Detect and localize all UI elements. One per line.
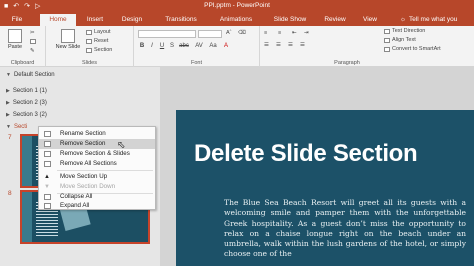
cut-icon[interactable]: ✂ — [30, 30, 35, 36]
lightbulb-icon: ☼ — [400, 16, 406, 23]
section-context-menu: Rename Section Remove Section Remove Sec… — [38, 126, 156, 210]
remove-slides-icon — [44, 151, 51, 157]
collapse-icon: ▼ — [6, 72, 11, 78]
section-button[interactable]: Section — [86, 47, 112, 53]
thumbnail-accent — [22, 192, 32, 242]
align-text-button[interactable]: Align Text — [384, 37, 416, 43]
section-icon — [86, 47, 92, 53]
clipboard-group: Paste ✂ ✎ Clipboard — [0, 26, 46, 67]
section-default[interactable]: ▼ Default Section — [6, 72, 55, 78]
font-group-label: Font — [190, 60, 202, 66]
section-2[interactable]: ▶ Section 2 (3) — [6, 100, 47, 106]
layout-icon — [86, 29, 92, 35]
text-direction-icon — [384, 28, 390, 34]
menu-remove-all-sections[interactable]: Remove All Sections — [39, 159, 155, 169]
decrease-indent-icon[interactable]: ⇤ — [292, 30, 297, 36]
paragraph-group-label: Paragraph — [334, 60, 360, 66]
align-right-icon[interactable]: ☰ — [288, 42, 293, 48]
new-slide-button[interactable]: New Slide — [54, 29, 82, 50]
paste-button[interactable]: Paste — [4, 29, 26, 50]
menu-expand-all[interactable]: Expand All — [39, 201, 155, 211]
menu-move-section-down: ▼ Move Section Down — [44, 183, 116, 190]
font-size-field[interactable] — [198, 30, 222, 38]
slides-group-label: Slides — [82, 60, 97, 66]
expand-icon: ▶ — [6, 88, 10, 94]
justify-icon[interactable]: ☰ — [300, 42, 305, 48]
layout-button[interactable]: Layout — [86, 29, 111, 35]
paragraph-group: ≡ ≡ ⇤ ⇥ ☰ ☰ ☰ ☰ Text Direction Align Tex… — [260, 26, 474, 67]
bullets-icon[interactable]: ≡ — [264, 30, 267, 36]
font-name-field[interactable] — [138, 30, 196, 38]
underline-button[interactable]: U — [158, 42, 166, 50]
format-painter-icon[interactable]: ✎ — [30, 48, 35, 54]
menu-remove-section-and-slides[interactable]: Remove Section & Slides — [39, 149, 155, 159]
shadow-button[interactable]: S — [168, 42, 176, 50]
tab-animations[interactable]: Animations — [212, 15, 260, 26]
align-center-icon[interactable]: ☰ — [276, 42, 281, 48]
font-color-button[interactable]: A — [222, 42, 230, 50]
align-left-icon[interactable]: ☰ — [264, 42, 269, 48]
tab-insert[interactable]: Insert — [82, 15, 108, 26]
expand-icon: ▶ — [6, 112, 10, 118]
slides-group: New Slide Layout Reset Section Slides — [46, 26, 134, 67]
current-slide[interactable]: Delete Slide Section The Blue Sea Beach … — [176, 110, 474, 266]
tab-file[interactable]: File — [8, 15, 26, 26]
align-text-icon — [384, 37, 390, 43]
tab-view[interactable]: View — [360, 15, 380, 26]
section-3[interactable]: ▶ Section 3 (2) — [6, 112, 47, 118]
remove-section-icon — [44, 141, 51, 147]
tab-slide-show[interactable]: Slide Show — [270, 15, 310, 26]
title-bar: ■ ↶ ↷ ▷ PPI.pptm - PowerPoint — [0, 0, 474, 12]
convert-smartart-button[interactable]: Convert to SmartArt — [384, 46, 441, 52]
clipboard-group-label: Clipboard — [10, 60, 35, 66]
new-slide-icon — [61, 29, 75, 43]
tell-me-box[interactable]: ☼ Tell me what you — [400, 16, 457, 23]
tab-home[interactable]: Home — [40, 14, 76, 26]
text-direction-button[interactable]: Text Direction — [384, 28, 425, 34]
rename-icon — [44, 131, 51, 137]
arrow-up-icon: ▲ — [44, 174, 50, 180]
ribbon: Paste ✂ ✎ Clipboard New Slide Layout Res… — [0, 26, 474, 67]
slide-body-text[interactable]: The Blue Sea Beach Resort will greet all… — [224, 198, 466, 260]
bold-button[interactable]: B — [138, 42, 146, 50]
thumbnail-accent — [22, 136, 32, 186]
section-selected[interactable]: ▼ Secti — [6, 124, 27, 130]
menu-remove-section[interactable]: Remove Section — [39, 139, 155, 149]
italic-button[interactable]: I — [148, 42, 156, 50]
ribbon-tabs: File Home Insert Design Transitions Anim… — [0, 12, 474, 26]
spacing-button[interactable]: AV — [194, 42, 204, 50]
numbering-icon[interactable]: ≡ — [278, 30, 281, 36]
window-title: PPI.pptm - PowerPoint — [204, 2, 270, 9]
reset-icon — [86, 38, 92, 44]
menu-move-section-up[interactable]: ▲ Move Section Up — [39, 172, 155, 182]
slide-title[interactable]: Delete Slide Section — [194, 140, 418, 168]
tell-me-text: Tell me what you — [408, 16, 458, 23]
expand-icon: ▶ — [6, 100, 10, 106]
copy-icon[interactable] — [30, 39, 36, 44]
collapse-icon: ▼ — [6, 124, 11, 130]
section-1[interactable]: ▶ Section 1 (1) — [6, 88, 47, 94]
grow-font-icon[interactable]: Aˆ — [226, 30, 232, 36]
clear-format-icon[interactable]: ⌫ — [238, 30, 246, 36]
arrow-down-icon: ▼ — [44, 184, 50, 190]
menu-separator — [57, 170, 153, 171]
expand-all-icon — [44, 203, 51, 209]
tab-review[interactable]: Review — [322, 15, 348, 26]
slide-number-7: 7 — [8, 134, 12, 141]
tab-transitions[interactable]: Transitions — [158, 15, 204, 26]
collapse-all-icon — [44, 194, 51, 200]
strikethrough-button[interactable]: abc — [178, 42, 190, 50]
menu-rename-section[interactable]: Rename Section — [39, 129, 155, 139]
increase-indent-icon[interactable]: ⇥ — [304, 30, 309, 36]
change-case-button[interactable]: Aa — [208, 42, 218, 50]
slide-number-8: 8 — [8, 190, 12, 197]
tab-design[interactable]: Design — [118, 15, 146, 26]
smartart-icon — [384, 46, 390, 52]
font-group: Aˆ ⌫ B I U S abc AV Aa A Font — [134, 26, 260, 67]
mouse-cursor-icon: ⬁ — [117, 140, 126, 151]
reset-button[interactable]: Reset — [86, 38, 108, 44]
paste-icon — [8, 29, 22, 43]
remove-all-icon — [44, 161, 51, 167]
